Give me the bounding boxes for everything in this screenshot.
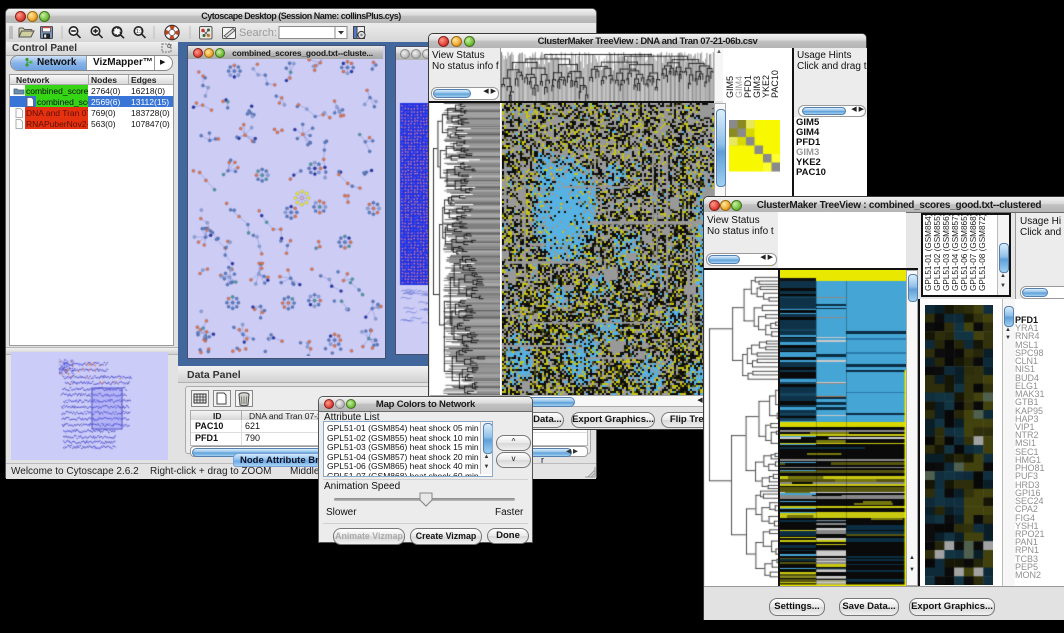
svg-text:GPL51-06 (GSM865): GPL51-06 (GSM865) [960,215,969,291]
svg-text:GPL51-03 (GSM856): GPL51-03 (GSM856) [942,215,951,291]
svg-text:GPL51-02 (GSM855): GPL51-02 (GSM855) [933,215,942,291]
svg-text:GPL51-07 (GSM868): GPL51-07 (GSM868) [969,215,978,291]
svg-text:GPL51-04 (GSM857): GPL51-04 (GSM857) [951,215,960,291]
svg-text:Search:: Search: [239,27,277,39]
svg-text:GPL51-08 (GSM872): GPL51-08 (GSM872) [978,215,987,291]
svg-text:PAC10: PAC10 [770,70,780,98]
svg-text:1:1: 1:1 [136,29,143,35]
svg-text:GPL51-01 (GSM854): GPL51-01 (GSM854) [924,215,933,291]
